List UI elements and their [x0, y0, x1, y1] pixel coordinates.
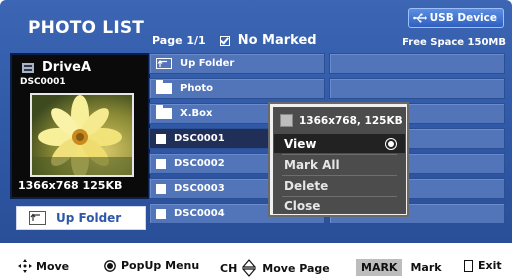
popup-item-delete[interactable]: Delete	[274, 176, 405, 195]
dpad-icon	[18, 259, 32, 273]
up-folder-icon	[156, 58, 172, 69]
drive-name: DriveA	[42, 60, 92, 75]
popup-item-label: View	[284, 136, 317, 151]
list-item-folder-photo[interactable]: Photo	[149, 78, 325, 99]
drive-label-row: DriveA	[22, 60, 91, 75]
preview-resolution: 1366x768 125KB	[18, 179, 123, 192]
popup-item-view[interactable]: View	[274, 134, 405, 153]
popup-info-label: 1366x768, 125KB	[299, 114, 403, 127]
list-item-up-folder[interactable]: Up Folder	[149, 53, 325, 74]
file-icon	[156, 158, 166, 169]
popup-item-label: Delete	[284, 178, 329, 193]
photo-thumbnail	[30, 93, 134, 177]
popup-item-label: Mark All	[284, 157, 340, 172]
list-item-label: Photo	[180, 83, 213, 94]
radio-selected-icon	[385, 138, 397, 150]
preview-filename: DSC0001	[20, 77, 66, 87]
hint-bar: Move PopUp Menu CH Move Page MARK Mark E…	[0, 243, 512, 279]
hint-label: Mark	[410, 261, 442, 274]
check-icon	[219, 35, 230, 46]
hint-mark: MARK Mark	[356, 259, 442, 276]
hint-label: Move	[36, 259, 70, 273]
hint-label: Move Page	[262, 261, 330, 275]
popup-info: 1366x768, 125KB	[280, 114, 403, 127]
list-item-label: DSC0003	[174, 183, 225, 194]
image-info-icon	[280, 114, 293, 127]
popup-item-close[interactable]: Close	[274, 196, 405, 215]
marked-label: No Marked	[237, 33, 317, 48]
usb-device-badge: USB Device	[407, 8, 504, 28]
up-folder-label: Up Folder	[56, 211, 122, 225]
empty-slot	[329, 53, 505, 74]
file-icon	[156, 208, 166, 219]
hint-key: CH	[220, 261, 238, 275]
hint-label: Exit	[478, 259, 502, 272]
hint-move: Move	[16, 259, 69, 273]
drive-icon	[22, 62, 34, 73]
list-item-label: DSC0002	[174, 158, 225, 169]
page-info: Page 1/1 No Marked	[152, 33, 317, 48]
marked-status: No Marked	[219, 33, 317, 48]
free-space: Free Space 150MB	[402, 37, 506, 48]
hint-exit: Exit	[464, 259, 502, 272]
mark-key-icon: MARK	[356, 259, 403, 276]
flower-image	[32, 95, 132, 175]
folder-icon	[156, 80, 172, 94]
up-folder-button[interactable]: Up Folder	[16, 206, 146, 230]
preview-panel: DriveA DSC0001 1366x768 125KB	[10, 53, 150, 199]
page-indicator: Page 1/1	[152, 34, 206, 47]
exit-icon	[464, 259, 473, 272]
folder-icon	[156, 105, 172, 119]
tv-screen: PHOTO LIST Page 1/1 No Marked USB Device…	[0, 0, 512, 243]
list-item-label: DSC0004	[174, 208, 225, 219]
usb-icon	[412, 13, 427, 23]
ch-updown-icon	[242, 259, 257, 277]
list-item-label: X.Box	[180, 108, 213, 119]
popup-item-label: Close	[284, 198, 321, 213]
ok-button-icon	[104, 259, 116, 272]
empty-slot	[329, 78, 505, 99]
file-icon	[156, 133, 166, 144]
page-title: PHOTO LIST	[28, 18, 145, 38]
up-folder-icon	[29, 211, 46, 225]
hint-popup-menu: PopUp Menu	[104, 259, 199, 272]
popup-body: 1366x768, 125KB View Mark All Delete Clo…	[273, 107, 406, 214]
popup-item-mark-all[interactable]: Mark All	[274, 155, 405, 174]
file-icon	[156, 183, 166, 194]
list-item-label: DSC0001	[174, 133, 225, 144]
hint-move-page: CH Move Page	[220, 259, 330, 277]
list-item-label: Up Folder	[180, 58, 235, 69]
hint-label: PopUp Menu	[121, 259, 200, 272]
usb-label: USB Device	[429, 12, 497, 24]
popup-menu: 1366x768, 125KB View Mark All Delete Clo…	[268, 102, 409, 217]
